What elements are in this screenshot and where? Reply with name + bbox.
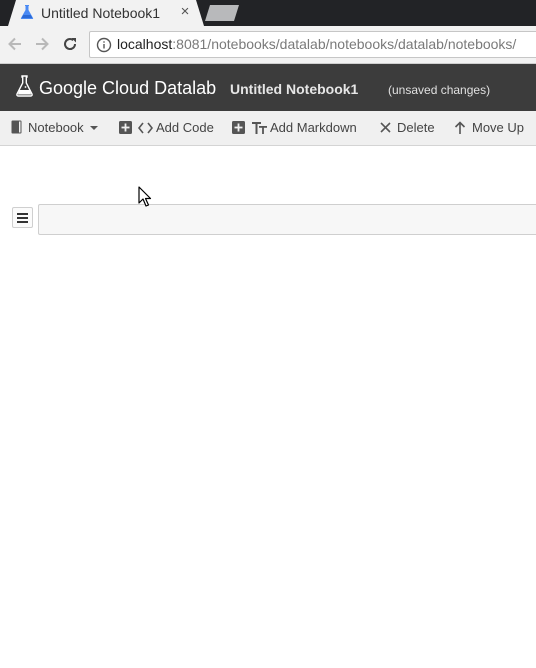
arrow-up-icon <box>454 121 466 134</box>
arrow-left-icon[interactable] <box>5 34 25 54</box>
datalab-logo-icon[interactable] <box>15 74 34 98</box>
notebook-title[interactable]: Untitled Notebook1 <box>230 79 380 99</box>
move-up-button[interactable]: Move Up <box>453 111 533 145</box>
plus-square-icon <box>232 121 245 134</box>
flask-icon <box>20 5 34 19</box>
save-status: (unsaved changes) <box>388 83 491 97</box>
address-bar-row: localhost:8081/notebooks/datalab/noteboo… <box>0 26 536 64</box>
code-cell-input[interactable] <box>38 204 536 235</box>
arrow-right-icon[interactable] <box>32 34 52 54</box>
app-header: Google Cloud Datalab Untitled Notebook1 … <box>0 64 536 111</box>
delete-label: Delete <box>397 120 435 135</box>
info-icon[interactable] <box>96 37 112 53</box>
add-code-label: Add Code <box>156 120 214 135</box>
close-icon <box>380 122 391 133</box>
tab-close-icon[interactable]: × <box>177 3 193 21</box>
address-bar[interactable]: localhost:8081/notebooks/datalab/noteboo… <box>89 31 536 58</box>
cell-menu-button[interactable] <box>12 207 33 228</box>
notebook-menu-button[interactable]: Notebook <box>10 111 102 145</box>
hamburger-icon <box>17 221 28 223</box>
move-up-label: Move Up <box>472 120 525 135</box>
delete-button[interactable]: Delete <box>378 111 440 145</box>
url-path: :8081/notebooks/datalab/notebooks/datala… <box>172 36 517 52</box>
browser-tab-strip: Untitled Notebook1 × <box>0 0 536 26</box>
text-format-icon <box>252 122 267 134</box>
new-tab-button[interactable] <box>205 5 239 21</box>
url-text[interactable]: localhost:8081/notebooks/datalab/noteboo… <box>117 35 536 54</box>
url-host: localhost <box>117 36 173 52</box>
reload-icon[interactable] <box>60 34 80 54</box>
brand-name[interactable]: Google Cloud Datalab <box>39 76 219 100</box>
add-markdown-label: Add Markdown <box>270 120 357 135</box>
tab-title[interactable]: Untitled Notebook1 <box>41 4 169 22</box>
hamburger-icon <box>17 213 28 215</box>
add-markdown-button[interactable]: Add Markdown <box>232 111 362 145</box>
plus-square-icon <box>119 121 132 134</box>
notebook-menu-label: Notebook <box>28 120 84 135</box>
add-code-button[interactable]: Add Code <box>119 111 219 145</box>
book-icon <box>11 120 22 134</box>
code-brackets-icon <box>138 122 153 134</box>
chevron-down-icon <box>90 126 98 130</box>
mouse-cursor-icon <box>138 186 152 207</box>
notebook-toolbar: Notebook Add Code Add Markdown Delete Mo… <box>0 111 536 146</box>
hamburger-icon <box>17 217 28 219</box>
